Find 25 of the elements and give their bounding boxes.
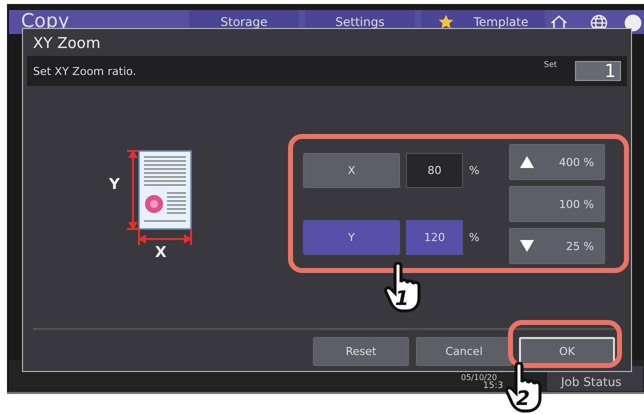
axis-button[interactable]: Y	[303, 220, 400, 255]
set-label: Set	[544, 60, 557, 69]
step-number: 2	[516, 386, 530, 410]
x-axis-label: X	[155, 243, 167, 261]
dialog-button[interactable]: Cancel	[416, 337, 512, 366]
zoom-value-field[interactable]: 120	[406, 220, 463, 255]
up-triangle-icon	[520, 156, 534, 168]
time-text: 15:3	[483, 381, 504, 391]
set-count-field: 1	[575, 61, 621, 81]
step-number: 1	[395, 286, 409, 310]
percent-unit: %	[469, 164, 480, 177]
dialog-button[interactable]: Reset	[313, 337, 409, 366]
down-triangle-icon	[520, 240, 534, 252]
preset-button[interactable]: 100 %	[509, 186, 605, 222]
dialog-title: XY Zoom	[32, 32, 102, 54]
date-text: 05/10/20	[461, 373, 497, 382]
percent-unit: %	[469, 231, 480, 244]
zoom-value-field[interactable]: 80	[406, 153, 463, 188]
hand-pointer-icon	[383, 262, 423, 314]
star-icon	[438, 14, 454, 30]
y-axis-label: Y	[109, 175, 120, 193]
preset-button[interactable]: 25 %	[509, 228, 605, 264]
axis-button[interactable]: X	[303, 153, 400, 188]
instruction-text: Set XY Zoom ratio.	[33, 64, 138, 78]
preset-button[interactable]: 400 %	[509, 144, 605, 180]
